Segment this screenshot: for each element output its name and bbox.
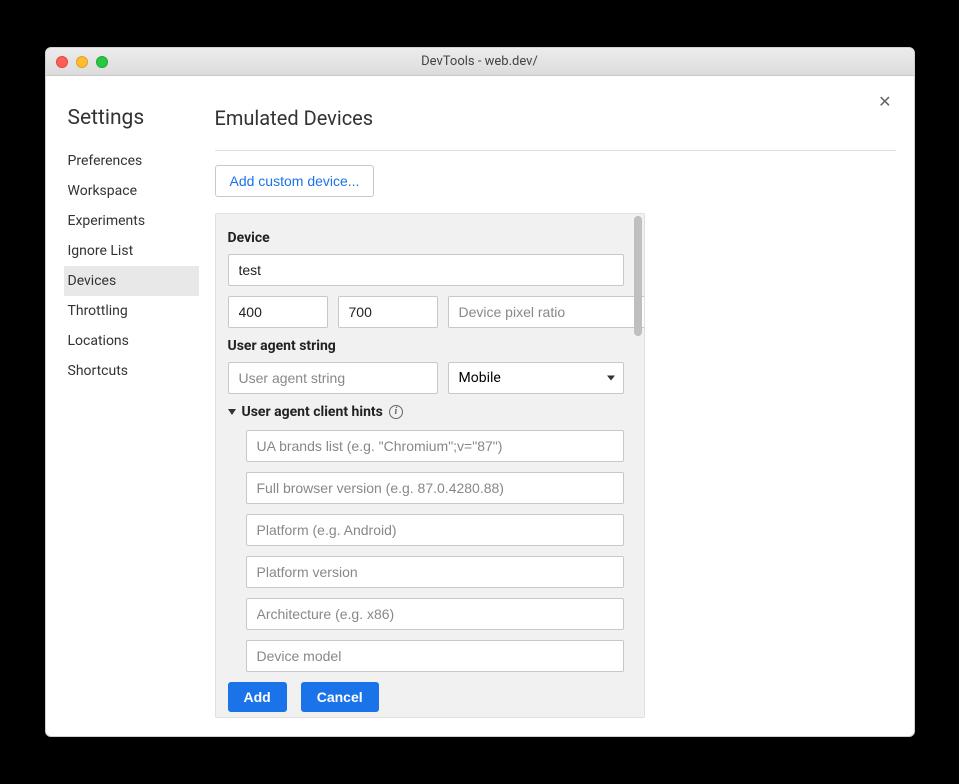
- ua-type-select[interactable]: Mobile: [448, 362, 624, 394]
- platform-input[interactable]: [246, 514, 624, 546]
- page-title: Emulated Devices: [215, 106, 896, 130]
- device-section-label: Device: [228, 230, 624, 246]
- device-height-input[interactable]: [338, 296, 438, 328]
- sidebar-item-devices[interactable]: Devices: [64, 266, 199, 296]
- sidebar-item-ignore-list[interactable]: Ignore List: [64, 236, 199, 266]
- close-window-icon[interactable]: [56, 56, 68, 68]
- sidebar-item-throttling[interactable]: Throttling: [64, 296, 199, 326]
- ua-section-label: User agent string: [228, 338, 624, 354]
- client-hints-label: User agent client hints: [242, 404, 383, 420]
- ua-brands-input[interactable]: [246, 430, 624, 462]
- zoom-window-icon[interactable]: [96, 56, 108, 68]
- content-area: ✕ Settings Preferences Workspace Experim…: [46, 76, 914, 736]
- add-button[interactable]: Add: [228, 682, 287, 712]
- form-buttons: Add Cancel: [228, 682, 624, 712]
- sidebar-item-workspace[interactable]: Workspace: [64, 176, 199, 206]
- info-icon[interactable]: i: [389, 405, 403, 419]
- device-model-input[interactable]: [246, 640, 624, 672]
- minimize-window-icon[interactable]: [76, 56, 88, 68]
- app-window: DevTools - web.dev/ ✕ Settings Preferenc…: [45, 47, 915, 737]
- architecture-input[interactable]: [246, 598, 624, 630]
- window-title: DevTools - web.dev/: [46, 54, 914, 69]
- sidebar-item-locations[interactable]: Locations: [64, 326, 199, 356]
- close-panel-icon[interactable]: ✕: [878, 92, 891, 111]
- device-form-wrap: Device User agent string Mobile: [215, 213, 896, 718]
- add-custom-device-button[interactable]: Add custom device...: [215, 165, 375, 197]
- device-width-input[interactable]: [228, 296, 328, 328]
- sidebar-item-experiments[interactable]: Experiments: [64, 206, 199, 236]
- settings-sidebar: Settings Preferences Workspace Experimen…: [64, 106, 199, 718]
- sidebar-item-shortcuts[interactable]: Shortcuts: [64, 356, 199, 386]
- chevron-down-icon: [607, 376, 615, 381]
- titlebar: DevTools - web.dev/: [46, 48, 914, 76]
- sidebar-item-preferences[interactable]: Preferences: [64, 146, 199, 176]
- device-name-input[interactable]: [228, 254, 624, 286]
- device-pixel-ratio-input[interactable]: [448, 296, 645, 328]
- cancel-button[interactable]: Cancel: [301, 682, 379, 712]
- scrollbar[interactable]: [632, 216, 642, 715]
- sidebar-title: Settings: [64, 106, 199, 130]
- full-browser-version-input[interactable]: [246, 472, 624, 504]
- divider: [215, 150, 896, 151]
- user-agent-input[interactable]: [228, 362, 438, 394]
- client-hints-disclosure[interactable]: User agent client hints i: [228, 404, 624, 420]
- triangle-down-icon: [228, 409, 236, 415]
- main-panel: Emulated Devices Add custom device... De…: [199, 106, 896, 718]
- traffic-lights: [56, 56, 108, 68]
- platform-version-input[interactable]: [246, 556, 624, 588]
- client-hints-group: [228, 430, 624, 672]
- device-form: Device User agent string Mobile: [215, 213, 645, 718]
- scrollbar-thumb[interactable]: [634, 216, 642, 336]
- ua-type-value: Mobile: [459, 370, 501, 386]
